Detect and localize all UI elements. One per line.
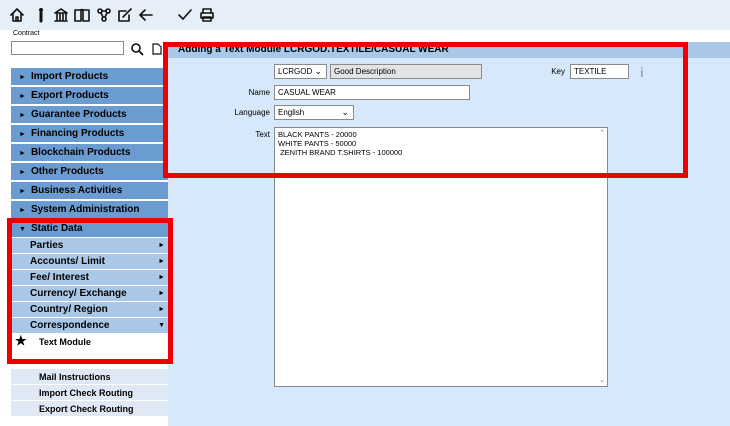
home-icon[interactable] [8,6,26,24]
info-icon[interactable] [32,6,50,24]
toolbar [0,0,730,30]
sidebar-item-label: Guarantee Products [30,109,127,120]
expand-triangle-icon: ► [19,150,26,157]
expand-triangle-icon: ► [19,74,26,81]
sidebar-item-label: Other Products [30,166,104,177]
book-icon[interactable] [73,6,91,24]
sidebar-item-label: Financing Products [30,128,125,139]
sidebar-item-label: Import Products [30,71,109,82]
sidebar-item-label: System Administration [30,204,140,215]
sidebar-item-label: Business Activities [30,185,123,196]
sidebar-item-guarantee-products[interactable]: ► Guarantee Products [11,106,168,123]
highlight-box-static-data [7,218,173,364]
expand-triangle-icon: ► [19,131,26,138]
print-icon[interactable] [198,6,216,24]
sidebar-item-label: Blockchain Products [30,147,131,158]
expand-triangle-icon: ► [19,93,26,100]
sidebar-item-blockchain-products[interactable]: ► Blockchain Products [11,144,168,161]
expand-triangle-icon: ► [19,188,26,195]
sidebar-item-system-administration[interactable]: ► System Administration [11,201,168,218]
bank-icon[interactable] [52,6,70,24]
contract-label: Contract [13,30,40,37]
expand-triangle-icon: ► [19,207,26,214]
search-icon[interactable] [130,42,144,56]
sidebar-item-financing-products[interactable]: ► Financing Products [11,125,168,142]
edit-icon[interactable] [116,6,134,24]
back-arrow-icon[interactable] [137,6,155,24]
scroll-down-icon[interactable]: ⌄ [599,376,605,385]
expand-triangle-icon: ► [19,169,26,176]
highlight-box-form [163,42,688,178]
contract-search-input[interactable] [11,41,124,55]
document-icon[interactable] [152,43,162,55]
sidebar-item-import-products[interactable]: ► Import Products [11,68,168,85]
menu-item-import-check-routing[interactable]: Import Check Routing [11,385,168,401]
correspondence-submenu: Mail Instructions Import Check Routing E… [11,369,168,417]
expand-triangle-icon: ► [19,112,26,119]
menu-item-mail-instructions[interactable]: Mail Instructions [11,369,168,385]
sidebar-item-other-products[interactable]: ► Other Products [11,163,168,180]
check-icon[interactable] [176,6,194,24]
sidebar-item-label: Export Products [30,90,109,101]
sidebar-item-export-products[interactable]: ► Export Products [11,87,168,104]
sidebar-item-business-activities[interactable]: ► Business Activities [11,182,168,199]
network-icon[interactable] [95,6,113,24]
menu-item-export-check-routing[interactable]: Export Check Routing [11,401,168,417]
